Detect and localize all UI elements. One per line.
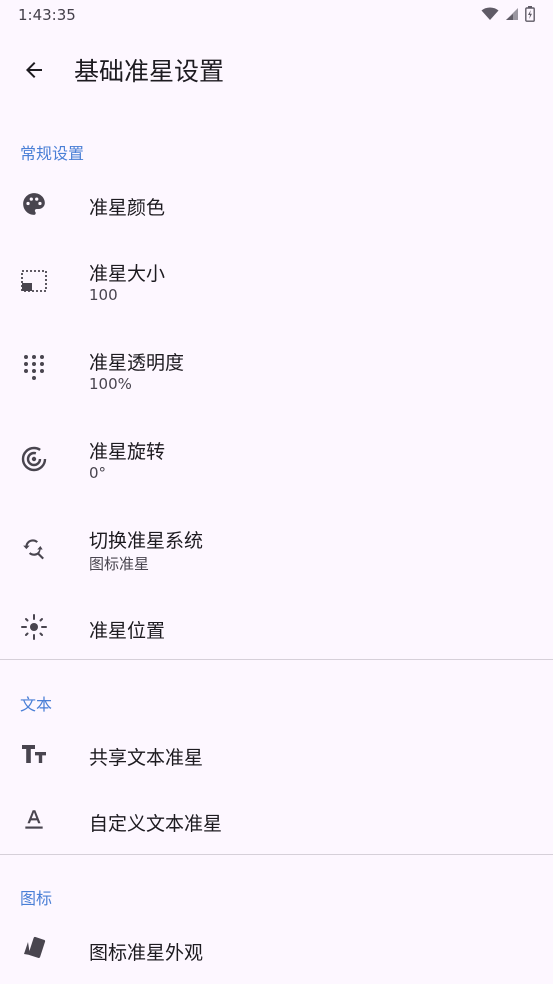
crosshair-color-title: 准星颜色 <box>89 197 166 219</box>
divider <box>0 659 553 660</box>
crosshair-opacity-title: 准星透明度 <box>89 352 185 374</box>
text-size-icon <box>20 740 48 768</box>
crosshair-position-item[interactable]: 准星位置 <box>0 604 553 654</box>
wifi-icon <box>481 7 499 20</box>
app-bar: 基础准星设置 <box>0 32 553 108</box>
shared-text-crosshair-item[interactable]: 共享文本准星 <box>0 730 553 780</box>
crosshair-position-title: 准星位置 <box>89 620 166 642</box>
crosshair-size-item[interactable]: 准星大小 100 <box>0 253 553 313</box>
crosshair-opacity-item[interactable]: 准星透明度 100% <box>0 342 553 402</box>
switch-search-icon <box>20 534 48 562</box>
arrow-back-icon <box>26 62 42 78</box>
icon-crosshair-appearance-item[interactable]: 图标准星外观 <box>0 925 553 975</box>
crosshair-size-value: 100 <box>89 286 118 304</box>
crosshair-position-icon <box>20 613 48 641</box>
battery-icon <box>525 6 535 22</box>
page-title: 基础准星设置 <box>74 57 225 86</box>
custom-text-crosshair-item[interactable]: 自定义文本准星 <box>0 796 553 846</box>
cards-icon <box>20 935 48 963</box>
text-format-icon <box>20 806 48 834</box>
crosshair-rotation-value: 0° <box>89 464 107 482</box>
icon-crosshair-appearance-title: 图标准星外观 <box>89 942 204 964</box>
section-header-general: 常规设置 <box>20 144 85 163</box>
palette-icon <box>20 190 48 218</box>
shared-text-crosshair-title: 共享文本准星 <box>89 747 204 769</box>
custom-text-crosshair-title: 自定义文本准星 <box>89 813 223 835</box>
size-icon <box>20 267 48 295</box>
back-button[interactable] <box>16 52 52 88</box>
switch-crosshair-system-value: 图标准星 <box>89 555 150 573</box>
crosshair-rotation-item[interactable]: 准星旋转 0° <box>0 431 553 491</box>
status-icons <box>481 6 535 22</box>
crosshair-size-title: 准星大小 <box>89 263 166 285</box>
dots-grid-icon <box>20 354 48 382</box>
crosshair-rotation-title: 准星旋转 <box>89 441 166 463</box>
status-bar: 1:43:35 <box>0 0 553 32</box>
crosshair-color-item[interactable]: 准星颜色 <box>0 180 553 230</box>
section-header-icon: 图标 <box>20 889 53 908</box>
switch-crosshair-system-item[interactable]: 切换准星系统 图标准星 <box>0 520 553 580</box>
crosshair-opacity-value: 100% <box>89 375 132 393</box>
status-time: 1:43:35 <box>18 6 76 24</box>
divider <box>0 854 553 855</box>
section-header-text: 文本 <box>20 695 53 714</box>
signal-icon <box>506 8 518 20</box>
rotation-icon <box>20 445 48 473</box>
switch-crosshair-system-title: 切换准星系统 <box>89 530 204 552</box>
